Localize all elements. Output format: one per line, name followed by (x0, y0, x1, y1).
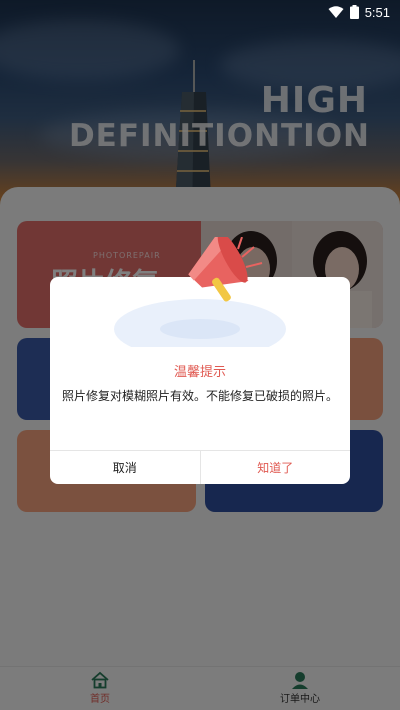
cancel-button[interactable]: 取消 (50, 451, 201, 484)
dialog-title: 温馨提示 (173, 365, 226, 380)
status-bar: 5:51 (0, 0, 400, 24)
battery-icon (349, 5, 359, 19)
tip-dialog: 温馨提示 照片修复对模糊照片有效。不能修复已破损的照片。 取消 知道了 (50, 237, 350, 484)
wifi-icon (328, 5, 344, 18)
ok-button[interactable]: 知道了 (201, 451, 351, 484)
megaphone-icon (114, 237, 286, 347)
status-time: 5:51 (364, 4, 390, 20)
dialog-message: 照片修复对模糊照片有效。不能修复已破损的照片。 (62, 389, 339, 403)
dialog-actions: 取消 知道了 (50, 450, 350, 484)
